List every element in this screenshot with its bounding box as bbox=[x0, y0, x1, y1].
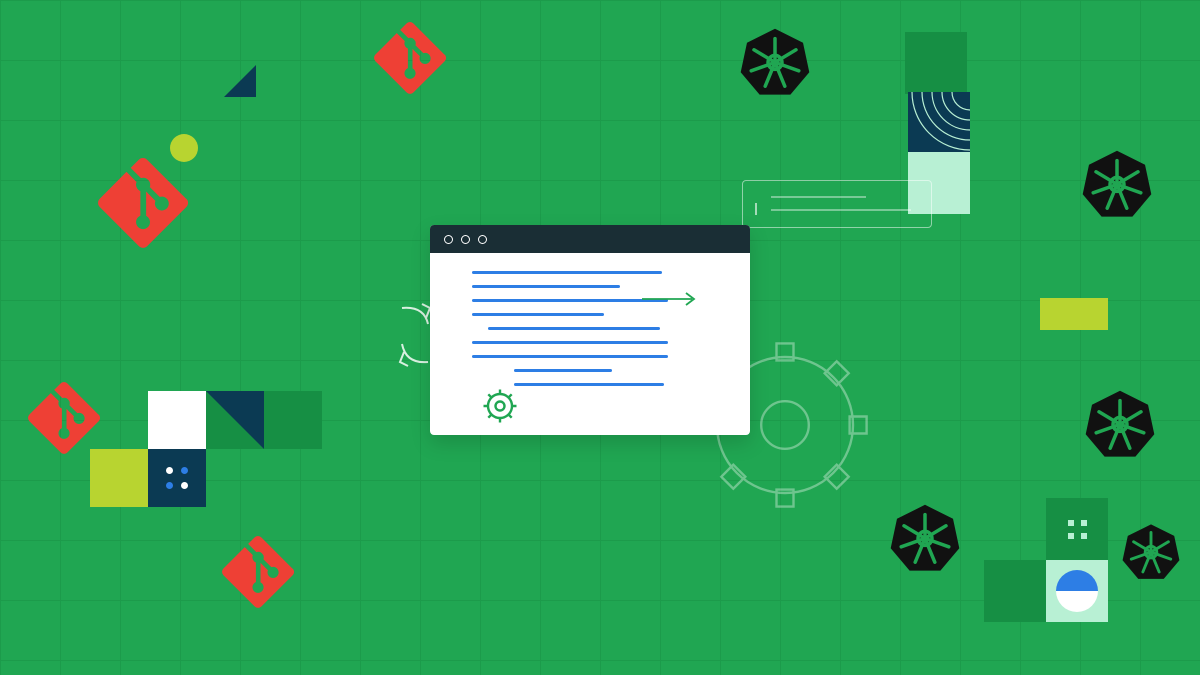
dot-icon bbox=[170, 134, 198, 162]
dots-pattern-icon bbox=[1046, 498, 1108, 560]
kubernetes-icon bbox=[890, 502, 960, 572]
traffic-light-icon bbox=[444, 235, 453, 244]
wave-pattern-icon bbox=[908, 92, 970, 154]
kubernetes-icon bbox=[1082, 148, 1152, 218]
arrow-right-icon bbox=[640, 291, 700, 307]
square-decoration bbox=[206, 391, 264, 449]
git-icon bbox=[28, 382, 100, 454]
kubernetes-icon bbox=[1085, 388, 1155, 458]
traffic-light-icon bbox=[478, 235, 487, 244]
traffic-light-icon bbox=[461, 235, 470, 244]
triangle-icon bbox=[224, 65, 256, 97]
dots-pattern-icon bbox=[148, 449, 206, 507]
square-decoration bbox=[90, 449, 148, 507]
square-decoration bbox=[905, 32, 967, 94]
code-lines bbox=[430, 253, 750, 407]
kubernetes-icon bbox=[740, 26, 810, 96]
git-icon bbox=[98, 158, 188, 248]
gear-icon bbox=[482, 388, 518, 424]
git-icon bbox=[374, 22, 446, 94]
square-decoration bbox=[264, 391, 322, 449]
tooltip-box bbox=[742, 180, 932, 228]
half-circle-icon bbox=[1046, 560, 1108, 622]
kubernetes-icon bbox=[1122, 522, 1180, 580]
square-decoration bbox=[148, 391, 206, 449]
browser-window bbox=[430, 225, 750, 435]
square-decoration bbox=[984, 560, 1046, 622]
git-icon bbox=[222, 536, 294, 608]
window-titlebar bbox=[430, 225, 750, 253]
rectangle-decoration bbox=[1040, 298, 1108, 330]
